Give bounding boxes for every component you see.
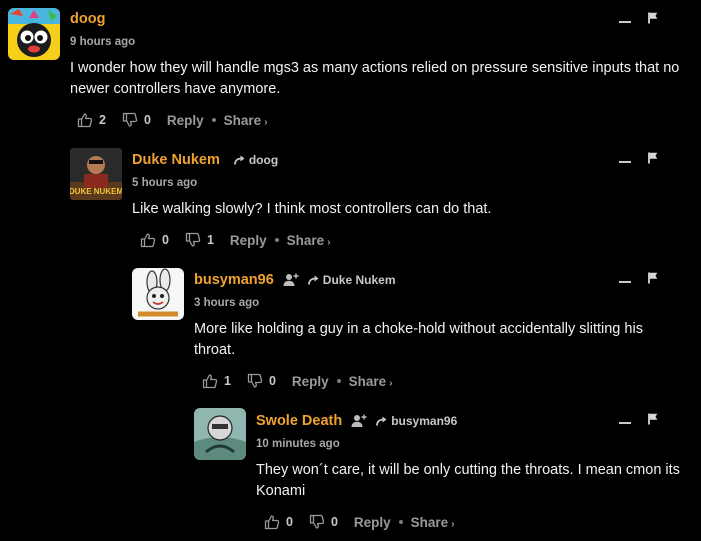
share-label: Share — [348, 373, 387, 389]
flag-icon[interactable] — [648, 413, 658, 425]
reply-to-name: Duke Nukem — [322, 273, 396, 287]
timestamp[interactable]: 9 hours ago — [70, 36, 135, 48]
flag-icon[interactable] — [648, 272, 658, 284]
share-button[interactable]: Share › — [349, 374, 393, 389]
thumbs-up-icon — [264, 514, 280, 530]
downvote-button[interactable]: 0 — [122, 112, 151, 128]
reply-arrow-icon — [308, 274, 320, 286]
reply-to-name: busyman96 — [391, 414, 458, 428]
downvote-count: 1 — [206, 233, 214, 247]
downvote-count: 0 — [330, 515, 338, 529]
collapse-icon[interactable] — [619, 281, 631, 283]
flag-icon[interactable] — [648, 152, 658, 164]
comment-actions: 0 1 Reply Share › — [140, 232, 331, 248]
comment-actions: 0 0 Reply Share › — [264, 514, 455, 530]
share-label: Share — [286, 232, 325, 248]
share-chevron-icon: › — [264, 116, 268, 128]
avatar-logo-text: DUKE NUKEM — [70, 187, 122, 196]
reply-to-link[interactable]: Duke Nukem — [308, 273, 396, 287]
comment-text: They won´t care, it will be only cutting… — [256, 462, 680, 499]
reply-arrow-icon — [234, 154, 246, 166]
comment-duke-nukem: DUKE NUKEM Duke Nukem doog 5 hours ago L… — [0, 140, 701, 260]
reply-to-link[interactable]: busyman96 — [376, 414, 457, 428]
share-label: Share — [223, 112, 262, 128]
reply-button[interactable]: Reply — [292, 374, 329, 389]
comment-text: Like walking slowly? I think most contro… — [132, 201, 492, 217]
share-button[interactable]: Share › — [287, 233, 331, 248]
share-label: Share — [410, 514, 449, 530]
follow-button[interactable] — [283, 273, 299, 287]
collapse-icon[interactable] — [619, 422, 631, 424]
reply-to-name: doog — [248, 153, 279, 167]
reply-button[interactable]: Reply — [230, 233, 267, 248]
follow-user-icon — [351, 414, 367, 428]
author-name[interactable]: Duke Nukem — [132, 152, 220, 168]
thumbs-up-icon — [77, 112, 93, 128]
upvote-count: 2 — [99, 113, 106, 127]
comment-actions: 2 0 Reply Share › — [77, 112, 268, 128]
author-name[interactable]: busyman96 — [194, 272, 274, 288]
avatar-busyman96[interactable] — [132, 268, 184, 320]
comment-swole-death: Swole Death busyman96 10 minutes ago The… — [0, 400, 701, 541]
cartoon-character-avatar-image — [8, 8, 60, 60]
downvote-button[interactable]: 0 — [309, 514, 338, 530]
comment-text: I wonder how they will handle mgs3 as ma… — [70, 60, 680, 97]
separator-dot — [211, 118, 216, 122]
upvote-button[interactable]: 0 — [140, 232, 169, 248]
thumbs-down-icon — [185, 232, 201, 248]
comment-doog: doog 9 hours ago I wonder how they will … — [0, 0, 701, 140]
upvote-button[interactable]: 1 — [202, 373, 231, 389]
avatar-swole-death[interactable] — [194, 408, 246, 460]
share-chevron-icon: › — [327, 236, 331, 248]
thumbs-up-icon — [202, 373, 218, 389]
separator-dot — [398, 520, 403, 524]
share-chevron-icon: › — [451, 518, 455, 530]
share-chevron-icon: › — [389, 377, 393, 389]
reply-arrow-icon — [376, 415, 388, 427]
timestamp[interactable]: 10 minutes ago — [256, 438, 340, 450]
follow-user-icon — [283, 273, 299, 287]
cartoon-figure-avatar-image — [194, 408, 246, 460]
author-name[interactable]: doog — [70, 11, 105, 27]
thumbs-up-icon — [140, 232, 156, 248]
downvote-count: 0 — [143, 113, 151, 127]
separator-dot — [336, 379, 341, 383]
timestamp[interactable]: 3 hours ago — [194, 297, 259, 309]
upvote-button[interactable]: 2 — [77, 112, 106, 128]
comment-busyman96: busyman96 Duke Nukem 3 hours ago More li… — [0, 260, 701, 400]
downvote-button[interactable]: 0 — [247, 373, 276, 389]
collapse-icon[interactable] — [619, 161, 631, 163]
downvote-count: 0 — [268, 374, 276, 388]
thumbs-down-icon — [309, 514, 325, 530]
thumbs-down-icon — [247, 373, 263, 389]
comment-text: More like holding a guy in a choke-hold … — [194, 321, 643, 358]
share-button[interactable]: Share › — [224, 113, 268, 128]
follow-button[interactable] — [351, 414, 367, 428]
avatar-doog[interactable] — [8, 8, 60, 60]
author-name[interactable]: Swole Death — [256, 413, 342, 429]
separator-dot — [274, 238, 279, 242]
share-button[interactable]: Share › — [411, 515, 455, 530]
collapse-icon[interactable] — [619, 21, 631, 23]
rabbit-cartoon-avatar-image — [132, 268, 184, 320]
upvote-count: 0 — [162, 233, 169, 247]
downvote-button[interactable]: 1 — [185, 232, 214, 248]
upvote-count: 1 — [224, 374, 231, 388]
thumbs-down-icon — [122, 112, 138, 128]
duke-nukem-avatar-image: DUKE NUKEM — [70, 148, 122, 200]
avatar-duke-nukem[interactable]: DUKE NUKEM — [70, 148, 122, 200]
upvote-button[interactable]: 0 — [264, 514, 293, 530]
timestamp[interactable]: 5 hours ago — [132, 177, 197, 189]
upvote-count: 0 — [286, 515, 293, 529]
flag-icon[interactable] — [648, 12, 658, 24]
reply-button[interactable]: Reply — [354, 515, 391, 530]
comment-actions: 1 0 Reply Share › — [202, 373, 393, 389]
reply-to-link[interactable]: doog — [234, 153, 278, 167]
reply-button[interactable]: Reply — [167, 113, 204, 128]
